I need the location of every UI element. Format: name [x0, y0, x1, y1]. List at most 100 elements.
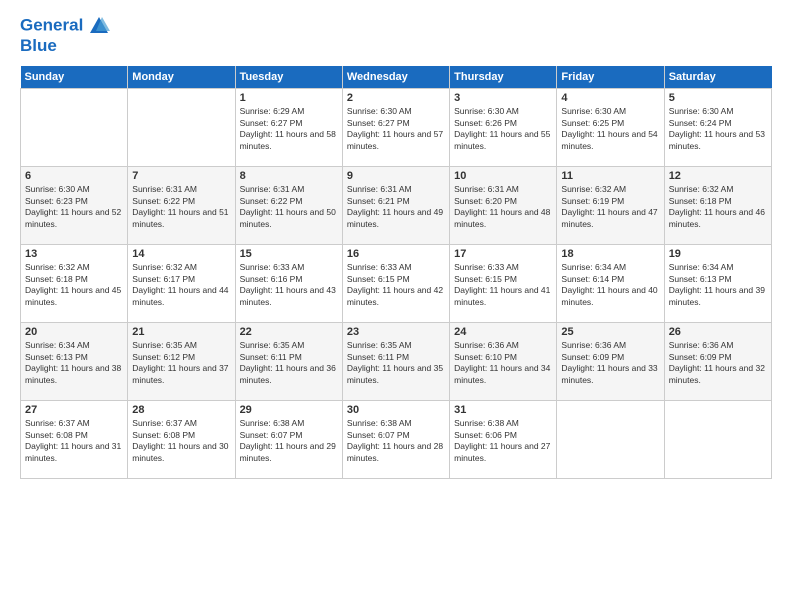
day-number: 5	[669, 92, 767, 104]
day-number: 29	[240, 404, 338, 416]
calendar-cell: 18Sunrise: 6:34 AM Sunset: 6:14 PM Dayli…	[557, 244, 664, 322]
calendar-cell: 17Sunrise: 6:33 AM Sunset: 6:15 PM Dayli…	[450, 244, 557, 322]
calendar-cell: 24 Sunrise: 6:36 AM Sunset: 6:10 PM Dayli…	[450, 322, 557, 400]
weekday-friday: Friday	[557, 66, 664, 89]
day-info: Sunrise: 6:29 AM Sunset: 6:27 PM Dayligh…	[240, 106, 338, 154]
day-number: 27	[25, 404, 123, 416]
day-number: 3	[454, 92, 552, 104]
calendar-cell: 20 Sunrise: 6:34 AM Sunset: 6:13 PM Dayli…	[21, 322, 128, 400]
calendar-cell: 25Sunrise: 6:36 AM Sunset: 6:09 PM Dayli…	[557, 322, 664, 400]
day-number: 2	[347, 92, 445, 104]
calendar-cell	[128, 88, 235, 166]
calendar-cell: 4Sunrise: 6:30 AM Sunset: 6:25 PM Daylig…	[557, 88, 664, 166]
day-number: 13	[25, 248, 123, 260]
day-number: 23	[347, 326, 445, 338]
calendar-cell: 7 Sunrise: 6:31 AM Sunset: 6:22 PM Daylig…	[128, 166, 235, 244]
day-info: Sunrise: 6:31 AM Sunset: 6:22 PM Dayligh…	[132, 184, 230, 232]
logo-line1: General	[20, 15, 110, 37]
weekday-saturday: Saturday	[664, 66, 771, 89]
calendar-cell: 26 Sunrise: 6:36 AM Sunset: 6:09 PM Dayli…	[664, 322, 771, 400]
calendar-cell: 14Sunrise: 6:32 AM Sunset: 6:17 PM Dayli…	[128, 244, 235, 322]
calendar-cell: 11Sunrise: 6:32 AM Sunset: 6:19 PM Dayli…	[557, 166, 664, 244]
day-number: 31	[454, 404, 552, 416]
day-number: 7	[132, 170, 230, 182]
day-number: 1	[240, 92, 338, 104]
calendar-cell: 29 Sunrise: 6:38 AM Sunset: 6:07 PM Dayli…	[235, 400, 342, 478]
calendar-week-1: 1 Sunrise: 6:29 AM Sunset: 6:27 PM Daylig…	[21, 88, 772, 166]
weekday-sunday: Sunday	[21, 66, 128, 89]
day-number: 8	[240, 170, 338, 182]
day-info: Sunrise: 6:37 AM Sunset: 6:08 PM Dayligh…	[25, 418, 123, 466]
day-info: Sunrise: 6:33 AM Sunset: 6:15 PM Dayligh…	[347, 262, 445, 310]
calendar-cell: 10Sunrise: 6:31 AM Sunset: 6:20 PM Dayli…	[450, 166, 557, 244]
calendar-cell: 5Sunrise: 6:30 AM Sunset: 6:24 PM Daylig…	[664, 88, 771, 166]
day-number: 30	[347, 404, 445, 416]
calendar-cell: 28 Sunrise: 6:37 AM Sunset: 6:08 PM Dayli…	[128, 400, 235, 478]
weekday-monday: Monday	[128, 66, 235, 89]
day-info: Sunrise: 6:30 AM Sunset: 6:26 PM Dayligh…	[454, 106, 552, 154]
day-number: 17	[454, 248, 552, 260]
day-info: Sunrise: 6:38 AM Sunset: 6:07 PM Dayligh…	[240, 418, 338, 466]
day-info: Sunrise: 6:34 AM Sunset: 6:13 PM Dayligh…	[25, 340, 123, 388]
calendar-cell: 13 Sunrise: 6:32 AM Sunset: 6:18 PM Dayli…	[21, 244, 128, 322]
day-number: 28	[132, 404, 230, 416]
calendar-cell: 23 Sunrise: 6:35 AM Sunset: 6:11 PM Dayli…	[342, 322, 449, 400]
calendar-cell: 2 Sunrise: 6:30 AM Sunset: 6:27 PM Daylig…	[342, 88, 449, 166]
day-info: Sunrise: 6:35 AM Sunset: 6:12 PM Dayligh…	[132, 340, 230, 388]
header: General Blue	[20, 15, 772, 56]
calendar-cell: 15 Sunrise: 6:33 AM Sunset: 6:16 PM Dayli…	[235, 244, 342, 322]
page-container: General Blue SundayMondayTuesdayWednesda…	[0, 0, 792, 489]
day-number: 22	[240, 326, 338, 338]
day-number: 6	[25, 170, 123, 182]
calendar-cell: 31 Sunrise: 6:38 AM Sunset: 6:06 PM Dayli…	[450, 400, 557, 478]
day-number: 19	[669, 248, 767, 260]
day-info: Sunrise: 6:36 AM Sunset: 6:09 PM Dayligh…	[561, 340, 659, 388]
logo: General Blue	[20, 15, 110, 56]
day-number: 4	[561, 92, 659, 104]
calendar-cell: 12 Sunrise: 6:32 AM Sunset: 6:18 PM Dayli…	[664, 166, 771, 244]
day-number: 24	[454, 326, 552, 338]
day-info: Sunrise: 6:32 AM Sunset: 6:17 PM Dayligh…	[132, 262, 230, 310]
day-info: Sunrise: 6:32 AM Sunset: 6:18 PM Dayligh…	[669, 184, 767, 232]
day-info: Sunrise: 6:35 AM Sunset: 6:11 PM Dayligh…	[347, 340, 445, 388]
calendar-table: SundayMondayTuesdayWednesdayThursdayFrid…	[20, 66, 772, 479]
day-number: 12	[669, 170, 767, 182]
day-info: Sunrise: 6:32 AM Sunset: 6:19 PM Dayligh…	[561, 184, 659, 232]
calendar-week-5: 27 Sunrise: 6:37 AM Sunset: 6:08 PM Dayli…	[21, 400, 772, 478]
day-info: Sunrise: 6:31 AM Sunset: 6:20 PM Dayligh…	[454, 184, 552, 232]
day-info: Sunrise: 6:34 AM Sunset: 6:13 PM Dayligh…	[669, 262, 767, 310]
day-number: 9	[347, 170, 445, 182]
calendar-cell: 16Sunrise: 6:33 AM Sunset: 6:15 PM Dayli…	[342, 244, 449, 322]
calendar-cell: 19 Sunrise: 6:34 AM Sunset: 6:13 PM Dayli…	[664, 244, 771, 322]
day-info: Sunrise: 6:31 AM Sunset: 6:21 PM Dayligh…	[347, 184, 445, 232]
weekday-tuesday: Tuesday	[235, 66, 342, 89]
calendar-cell: 3 Sunrise: 6:30 AM Sunset: 6:26 PM Daylig…	[450, 88, 557, 166]
day-info: Sunrise: 6:36 AM Sunset: 6:09 PM Dayligh…	[669, 340, 767, 388]
calendar-cell: 6 Sunrise: 6:30 AM Sunset: 6:23 PM Daylig…	[21, 166, 128, 244]
day-info: Sunrise: 6:30 AM Sunset: 6:23 PM Dayligh…	[25, 184, 123, 232]
day-info: Sunrise: 6:38 AM Sunset: 6:06 PM Dayligh…	[454, 418, 552, 466]
calendar-cell	[557, 400, 664, 478]
day-number: 26	[669, 326, 767, 338]
weekday-header-row: SundayMondayTuesdayWednesdayThursdayFrid…	[21, 66, 772, 89]
calendar-cell: 22Sunrise: 6:35 AM Sunset: 6:11 PM Dayli…	[235, 322, 342, 400]
day-info: Sunrise: 6:31 AM Sunset: 6:22 PM Dayligh…	[240, 184, 338, 232]
day-info: Sunrise: 6:32 AM Sunset: 6:18 PM Dayligh…	[25, 262, 123, 310]
weekday-wednesday: Wednesday	[342, 66, 449, 89]
day-info: Sunrise: 6:30 AM Sunset: 6:27 PM Dayligh…	[347, 106, 445, 154]
day-info: Sunrise: 6:37 AM Sunset: 6:08 PM Dayligh…	[132, 418, 230, 466]
day-number: 20	[25, 326, 123, 338]
day-info: Sunrise: 6:33 AM Sunset: 6:16 PM Dayligh…	[240, 262, 338, 310]
weekday-thursday: Thursday	[450, 66, 557, 89]
logo-icon	[88, 15, 110, 37]
logo-line2: Blue	[20, 37, 110, 56]
calendar-week-4: 20 Sunrise: 6:34 AM Sunset: 6:13 PM Dayli…	[21, 322, 772, 400]
day-number: 15	[240, 248, 338, 260]
calendar-cell: 27 Sunrise: 6:37 AM Sunset: 6:08 PM Dayli…	[21, 400, 128, 478]
day-info: Sunrise: 6:38 AM Sunset: 6:07 PM Dayligh…	[347, 418, 445, 466]
calendar-week-3: 13 Sunrise: 6:32 AM Sunset: 6:18 PM Dayli…	[21, 244, 772, 322]
day-info: Sunrise: 6:36 AM Sunset: 6:10 PM Dayligh…	[454, 340, 552, 388]
calendar-cell: 21Sunrise: 6:35 AM Sunset: 6:12 PM Dayli…	[128, 322, 235, 400]
calendar-cell	[21, 88, 128, 166]
calendar-cell: 30 Sunrise: 6:38 AM Sunset: 6:07 PM Dayli…	[342, 400, 449, 478]
